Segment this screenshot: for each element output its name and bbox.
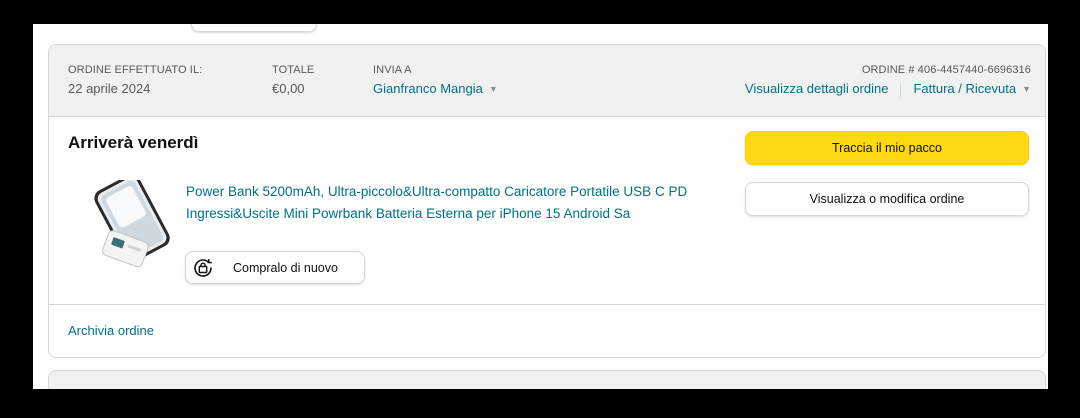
order-header: ORDINE EFFETTUATO IL: 22 aprile 2024 TOT… [49, 45, 1045, 117]
product-image[interactable] [86, 180, 181, 275]
ship-to-name[interactable]: Gianfranco Mangia [373, 81, 483, 96]
buy-again-button[interactable]: Compralo di nuovo [185, 251, 365, 284]
view-modify-order-button[interactable]: Visualizza o modifica ordine [745, 182, 1029, 216]
order-total-value: €0,00 [272, 81, 305, 96]
order-number-column: ORDINE # 406-4457440-6696316 Visualizza … [745, 63, 1031, 99]
invoice-link[interactable]: Fattura / Ricevuta [913, 81, 1016, 96]
order-total-column: TOTALE €0,00 [272, 63, 314, 98]
order-placed-label: ORDINE EFFETTUATO IL: [68, 64, 203, 76]
track-package-button[interactable]: Traccia il mio pacco [745, 131, 1029, 165]
next-order-card [48, 370, 1046, 389]
previous-element-stub [191, 24, 317, 32]
buy-again-label: Compralo di nuovo [233, 260, 338, 275]
order-card: ORDINE EFFETTUATO IL: 22 aprile 2024 TOT… [48, 44, 1046, 358]
order-number: ORDINE # 406-4457440-6696316 [861, 64, 1031, 76]
view-order-details-link[interactable]: Visualizza dettagli ordine [745, 81, 889, 96]
chevron-down-icon: ▼ [488, 84, 498, 94]
card-divider [49, 304, 1045, 305]
delivery-status: Arriverà venerdì [68, 133, 199, 152]
order-placed-column: ORDINE EFFETTUATO IL: 22 aprile 2024 [68, 63, 202, 98]
product-title-link[interactable]: Power Bank 5200mAh, Ultra-piccolo&Ultra-… [186, 181, 711, 225]
chevron-down-icon: ▼ [1022, 84, 1031, 94]
order-total-label: TOTALE [272, 64, 315, 76]
page: ORDINE EFFETTUATO IL: 22 aprile 2024 TOT… [33, 24, 1048, 389]
order-links: Visualizza dettagli ordine Fattura / Rice… [745, 80, 1031, 99]
invoice-dropdown[interactable]: Fattura / Ricevuta ▼ [913, 81, 1031, 96]
buy-again-icon [194, 258, 212, 277]
order-placed-date: 22 aprile 2024 [68, 81, 151, 96]
ship-to-label: INVIA A [373, 64, 412, 76]
link-divider [900, 82, 902, 97]
archive-order-link[interactable]: Archivia ordine [68, 323, 154, 338]
ship-to-dropdown[interactable]: Gianfranco Mangia ▼ [373, 80, 498, 99]
ship-to-column: INVIA A Gianfranco Mangia ▼ [373, 63, 498, 99]
